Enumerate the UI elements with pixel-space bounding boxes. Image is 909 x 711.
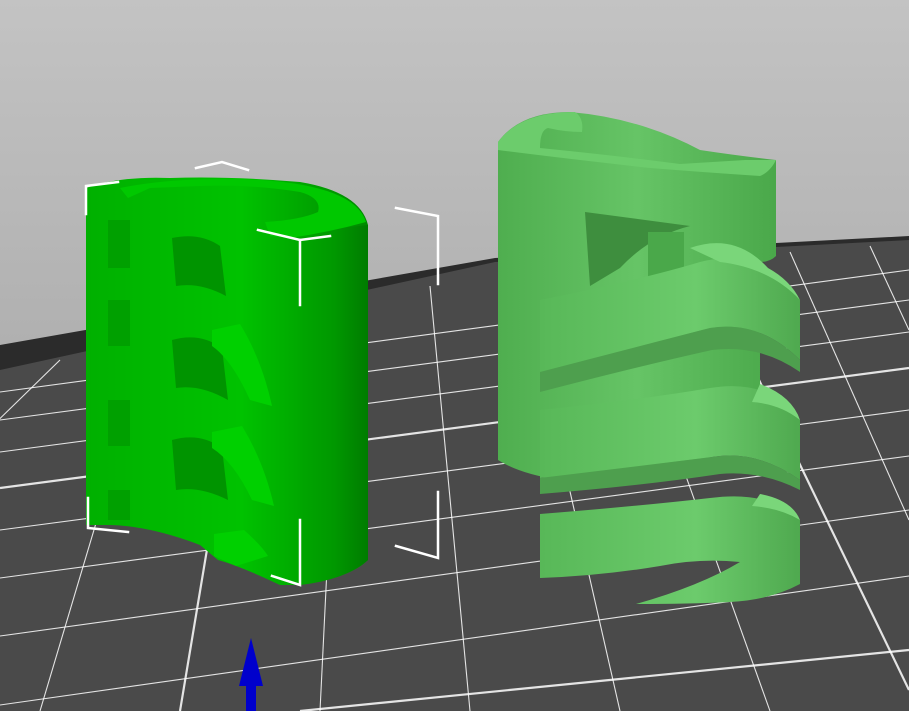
selected-object[interactable] xyxy=(86,177,368,586)
selected-object-side xyxy=(300,225,368,585)
3d-viewport[interactable] xyxy=(0,0,909,711)
selected-object-helix-cuts xyxy=(172,236,228,500)
helix-object[interactable] xyxy=(498,112,800,604)
scene[interactable] xyxy=(0,0,909,711)
